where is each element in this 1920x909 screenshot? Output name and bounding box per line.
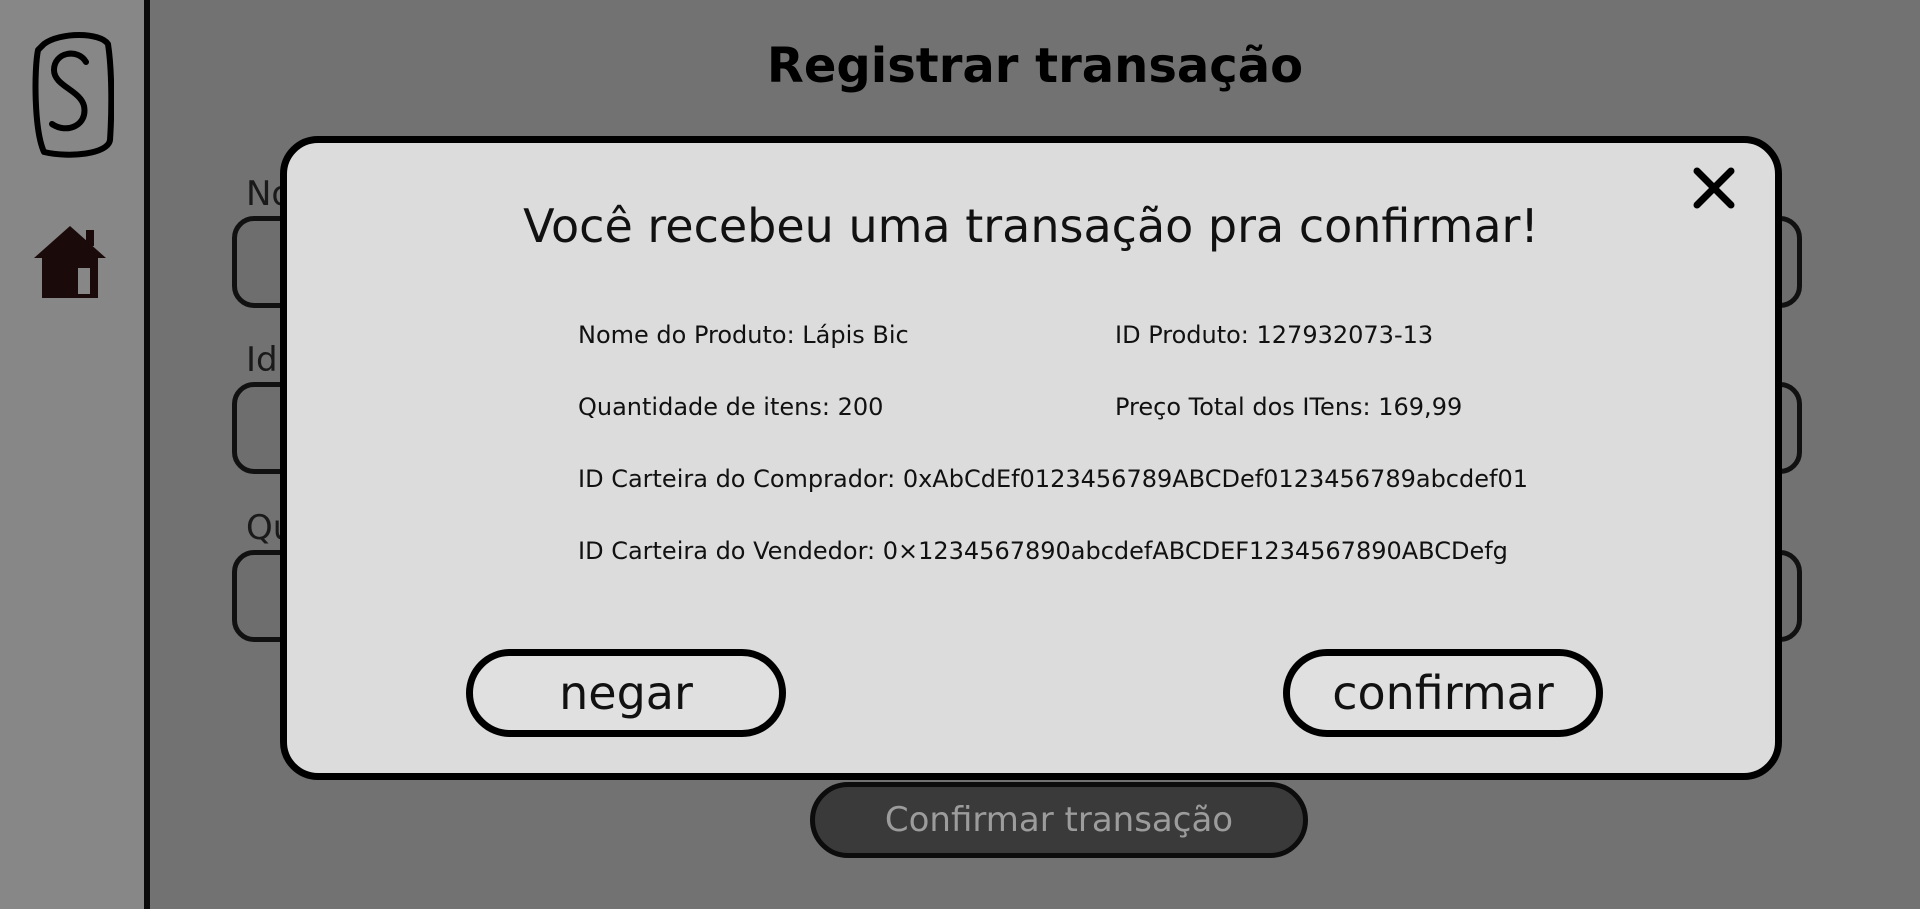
product-id-detail: ID Produto: 127932073-13 [1115,321,1434,349]
quantity-detail: Quantidade de itens: 200 [578,393,884,421]
product-name-detail: Nome do Produto: Lápis Bic [578,321,909,349]
confirm-transaction-button[interactable]: Confirmar transação [810,782,1308,858]
confirm-button[interactable]: confirmar [1283,649,1603,737]
seller-wallet-detail: ID Carteira do Vendedor: 0×1234567890abc… [578,537,1508,565]
logo-s-icon[interactable] [30,30,114,160]
buyer-wallet-detail: ID Carteira do Comprador: 0xAbCdEf012345… [578,465,1528,493]
total-price-detail: Preço Total dos ITens: 169,99 [1115,393,1463,421]
page-title: Registrar transação [766,38,1304,94]
deny-button[interactable]: negar [466,649,786,737]
modal-heading: Você recebeu uma transação pra confirmar… [523,199,1539,253]
confirmation-modal: Você recebeu uma transação pra confirmar… [280,136,1782,780]
sidebar [0,0,150,909]
field-label-id: Id [246,340,278,380]
home-icon[interactable] [32,224,108,300]
